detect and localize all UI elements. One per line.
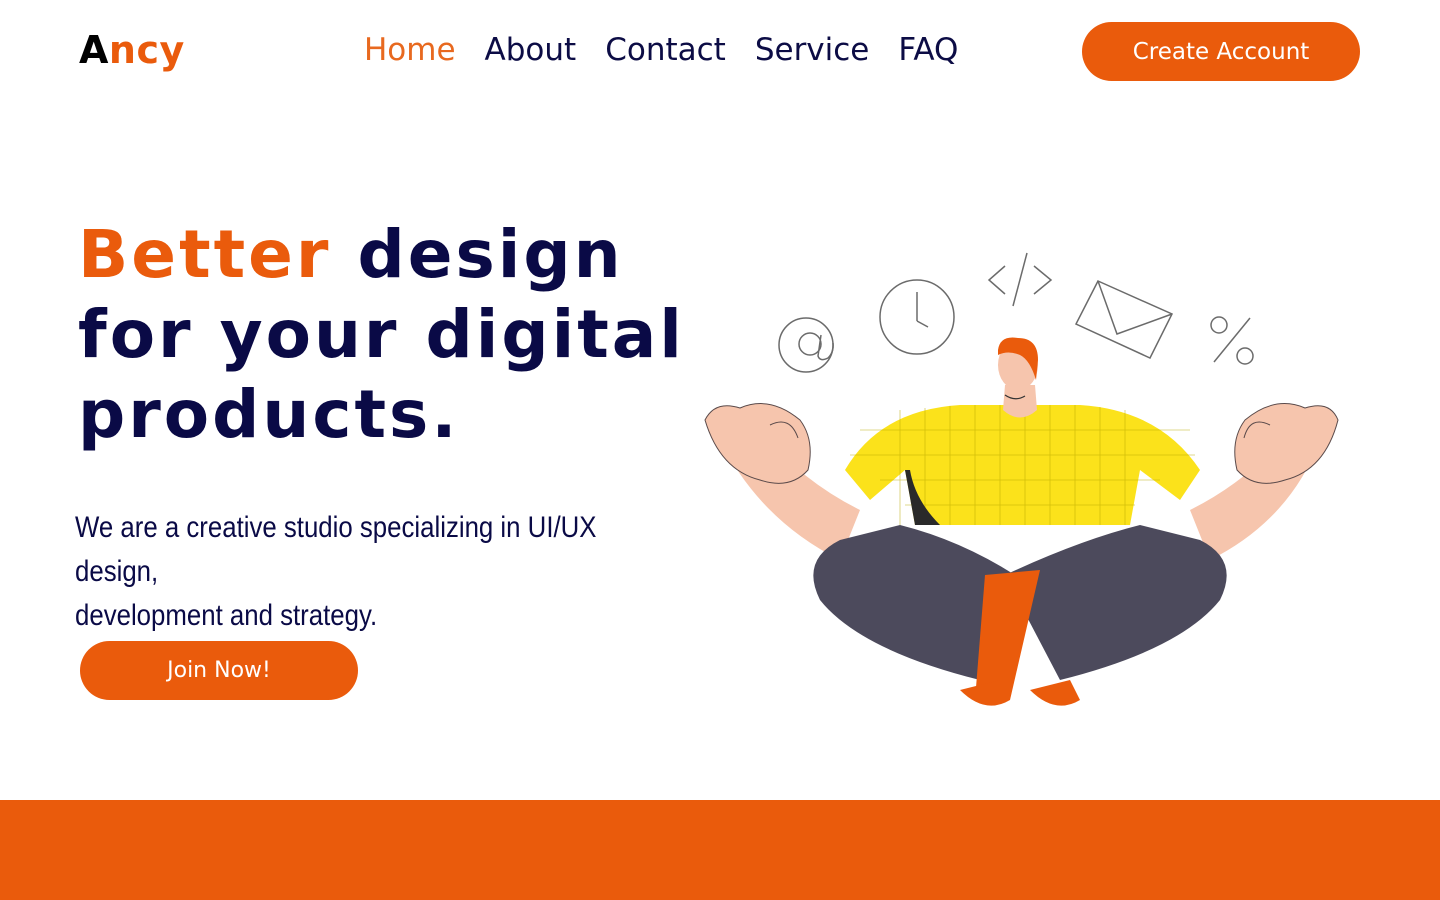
nav-about[interactable]: About (485, 32, 577, 68)
nav-home[interactable]: Home (364, 32, 456, 68)
main-nav: Home About Contact Service FAQ (364, 32, 958, 68)
left-arm (704, 403, 860, 560)
meditating-person-illustration (704, 252, 1339, 706)
headline-line1-rest: design (357, 216, 624, 293)
nav-faq[interactable]: FAQ (898, 32, 958, 68)
brand-logo-rest: ncy (108, 28, 185, 72)
create-account-button[interactable]: Create Account (1082, 22, 1360, 81)
footer-band (0, 800, 1440, 900)
subtitle-line1: We are a creative studio specializing in… (75, 511, 597, 588)
crossed-legs (813, 525, 1227, 706)
headline-highlight: Better (78, 216, 332, 293)
hero-headline: Better design for your digital products. (78, 215, 685, 455)
head (998, 337, 1038, 418)
right-arm (1190, 403, 1339, 560)
nav-service[interactable]: Service (755, 32, 870, 68)
clock-icon (879, 279, 955, 355)
hero-subtitle: We are a creative studio specializing in… (75, 506, 625, 638)
subtitle-line2: development and strategy. (75, 599, 378, 632)
code-icon (987, 252, 1053, 307)
at-sign-icon (778, 317, 834, 373)
join-now-button[interactable]: Join Now! (80, 641, 358, 700)
brand-logo[interactable]: Ancy (79, 28, 185, 72)
yellow-shirt (845, 405, 1200, 525)
brand-logo-initial: A (79, 28, 109, 72)
headline-line2: for your digital (78, 296, 685, 373)
percent-icon (1210, 316, 1254, 365)
envelope-icon (1074, 280, 1174, 359)
nav-contact[interactable]: Contact (605, 32, 726, 68)
headline-line3: products. (78, 376, 460, 453)
